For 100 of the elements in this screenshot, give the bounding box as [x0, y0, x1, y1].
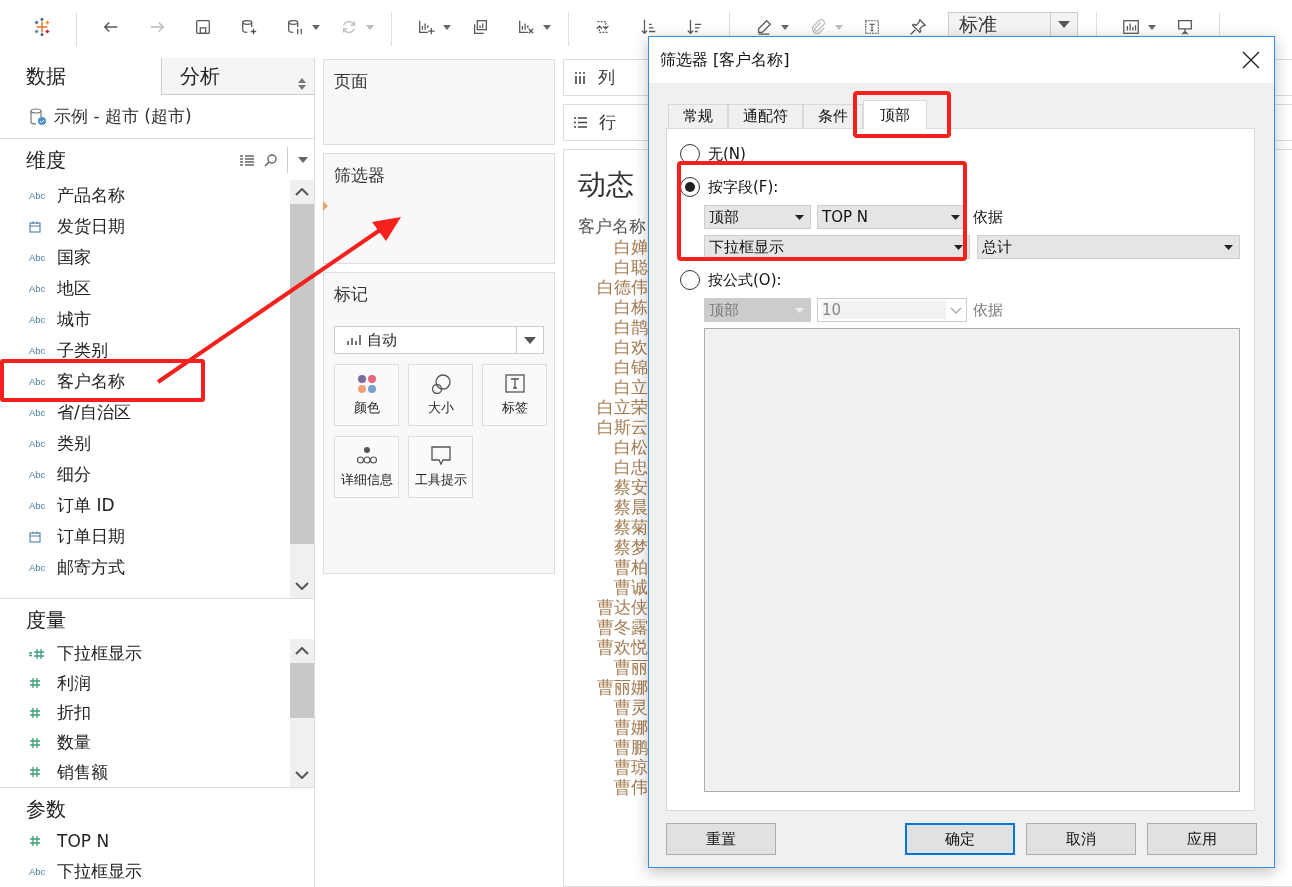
customer-name: 白鹊	[614, 317, 648, 337]
marks-button[interactable]: 工具提示	[408, 436, 473, 498]
radio-button[interactable]	[680, 177, 700, 197]
marks-button[interactable]: 详细信息	[334, 436, 399, 498]
field-item[interactable]: 地区	[57, 277, 91, 300]
field-item[interactable]: 利润	[57, 671, 91, 695]
mark-type-dropdown[interactable]: 自动	[334, 326, 544, 354]
dialog-button[interactable]: 取消	[1026, 823, 1136, 855]
pen-icon	[755, 18, 773, 36]
radio-label: 无(N)	[708, 144, 746, 164]
calendar-icon	[29, 220, 41, 233]
field-item[interactable]: 下拉框显示	[57, 860, 142, 883]
dialog-title: 筛选器 [客户名称]	[660, 49, 790, 71]
dialog-button[interactable]: 重置	[666, 823, 776, 855]
customer-name: 白婵	[614, 237, 648, 257]
customer-name: 曹灵	[614, 697, 648, 717]
circles-icon	[430, 373, 451, 394]
text-box-icon	[863, 18, 881, 36]
pane-tab[interactable]: 分析	[160, 58, 314, 96]
field-item[interactable]: 下拉框显示	[57, 642, 142, 666]
customer-name: 曹欢悦	[597, 637, 648, 657]
marks-button[interactable]: 颜色	[334, 364, 399, 426]
field-item[interactable]: 省/自治区	[57, 401, 131, 424]
customer-name: 白斯云	[597, 417, 648, 437]
customer-name: 曹娜	[614, 717, 648, 737]
caret-icon	[795, 307, 804, 313]
customer-name: 曹丽娜	[597, 677, 648, 697]
field-item[interactable]: 子类别	[57, 339, 108, 362]
caret-icon	[524, 336, 536, 344]
scrollbar-thumb[interactable]	[290, 204, 314, 544]
chevron-down-icon	[295, 582, 309, 590]
database-add-icon	[240, 18, 258, 36]
number-icon	[29, 834, 40, 847]
caret-icon	[1224, 244, 1233, 250]
dots-icon	[356, 445, 377, 466]
type-label: Abc	[29, 345, 46, 356]
chart-duplicate-icon	[471, 18, 489, 36]
section-title: 维度	[26, 146, 67, 174]
dialog-tab[interactable]: 通配符	[728, 104, 803, 128]
field-item[interactable]: 数量	[57, 731, 91, 755]
chevron-down-icon	[950, 306, 962, 314]
field-item[interactable]: 类别	[57, 432, 91, 455]
presentation-icon	[1176, 18, 1194, 36]
field-item[interactable]: 客户名称	[57, 370, 125, 393]
sort-ascending-icon	[640, 18, 658, 36]
dialog-button[interactable]: 应用	[1147, 823, 1257, 855]
datasource-name[interactable]: 示例 - 超市 (超市)	[54, 105, 192, 129]
chart-add-icon	[417, 18, 435, 36]
customer-name: 白德伟	[597, 277, 648, 297]
radio-button[interactable]	[680, 144, 700, 164]
field-label: 依据	[973, 207, 1003, 227]
chevron-up-icon	[295, 647, 309, 655]
dropdown[interactable]: 下拉框显示	[704, 235, 970, 259]
caret-icon	[543, 24, 551, 30]
field-item[interactable]: 细分	[57, 463, 91, 486]
type-label: Abc	[29, 866, 46, 877]
number-icon	[29, 707, 40, 719]
type-label: Abc	[29, 190, 46, 201]
marks-button[interactable]: 标签	[482, 364, 547, 426]
scrollbar-thumb[interactable]	[290, 663, 314, 718]
view-dropdown[interactable]: 标准	[948, 12, 1078, 36]
type-label: Abc	[29, 562, 46, 573]
customer-name: 白松	[614, 437, 648, 457]
field-item[interactable]: 国家	[57, 246, 91, 269]
database-pause-icon	[286, 18, 304, 36]
caret-icon	[443, 24, 451, 30]
field-item[interactable]: 折扣	[57, 701, 91, 725]
radio-button[interactable]	[680, 270, 700, 290]
calendar-icon	[29, 530, 41, 543]
type-label: Abc	[29, 252, 46, 263]
field-item[interactable]: 产品名称	[57, 184, 125, 207]
field-item[interactable]: 订单日期	[57, 525, 125, 548]
dropdown[interactable]: 顶部	[704, 205, 811, 229]
customer-name: 曹冬露	[597, 617, 648, 637]
field-item[interactable]: 订单 ID	[57, 494, 115, 517]
dialog-tab[interactable]: 常规	[668, 104, 728, 128]
marks-button[interactable]: 大小	[408, 364, 473, 426]
dialog-tab[interactable]: 条件	[803, 104, 863, 128]
caret-icon	[951, 214, 960, 220]
number-icon	[29, 736, 40, 749]
number-icon	[29, 766, 40, 779]
bar-chart-icon	[1122, 18, 1140, 36]
dialog-button[interactable]: 确定	[905, 823, 1015, 855]
color-palette-icon	[356, 373, 377, 394]
field-item[interactable]: 发货日期	[57, 215, 125, 238]
field-item[interactable]: 邮寄方式	[57, 556, 125, 579]
type-label: Abc	[29, 376, 46, 387]
speech-bubble-icon	[430, 445, 451, 466]
field-item[interactable]: 城市	[57, 308, 91, 331]
customer-name: 曹鹏	[614, 737, 648, 757]
customer-name: 白栋	[614, 297, 648, 317]
dropdown[interactable]: 总计	[977, 235, 1240, 259]
customer-name: 蔡晨	[614, 497, 648, 517]
dialog-tab[interactable]: 顶部	[863, 100, 927, 129]
field-item[interactable]: TOP N	[57, 830, 110, 851]
shelf-title: 标记	[334, 284, 368, 304]
field-item[interactable]: 销售额	[57, 760, 108, 784]
sheet-title: 动态	[578, 167, 634, 203]
paperclip-icon	[809, 18, 827, 36]
type-label: Abc	[29, 283, 46, 294]
